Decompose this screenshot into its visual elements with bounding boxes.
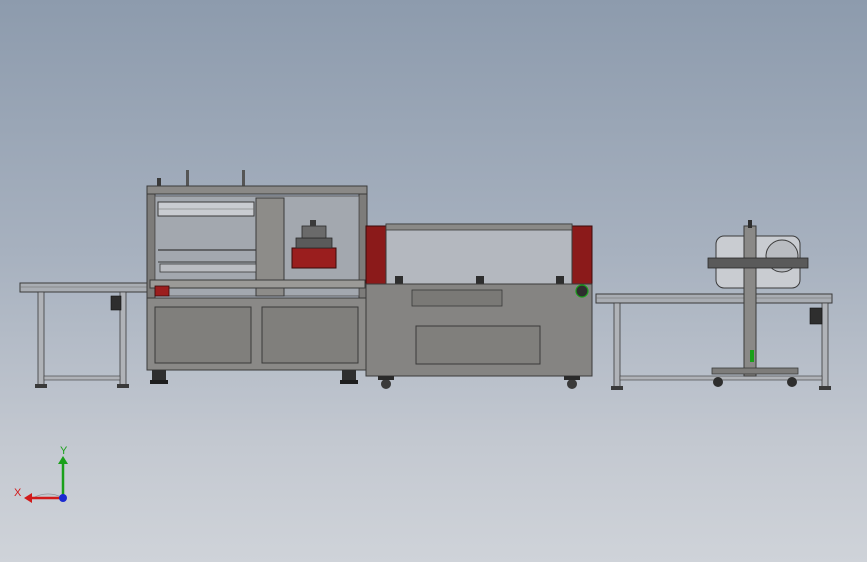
left-infeed-conveyor[interactable] xyxy=(19,282,151,388)
axis-triad: Y X xyxy=(14,445,68,503)
l-bar-sealer-machine[interactable] xyxy=(146,170,368,384)
x-axis-label: X xyxy=(14,487,22,499)
z-axis-dot-icon xyxy=(59,494,67,502)
x-arrowhead-icon xyxy=(24,493,32,503)
assembly-drawing[interactable]: Y X xyxy=(0,0,867,562)
y-arrowhead-icon xyxy=(58,456,68,464)
right-outfeed-conveyor[interactable] xyxy=(595,293,833,390)
cad-viewport[interactable]: Y X xyxy=(0,0,867,562)
y-axis-label: Y xyxy=(60,445,68,457)
heat-shrink-tunnel[interactable] xyxy=(365,223,593,389)
